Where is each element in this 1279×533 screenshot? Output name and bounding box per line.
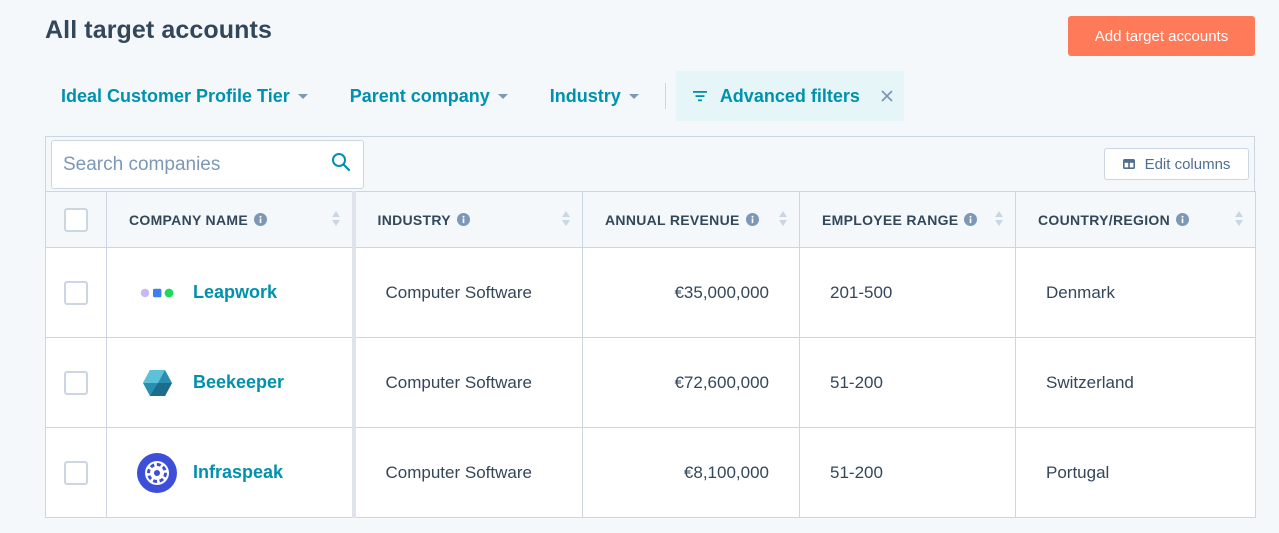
column-label: ANNUAL REVENUE [605, 211, 740, 228]
filter-ideal-customer-profile-tier[interactable]: Ideal Customer Profile Tier [45, 71, 324, 121]
companies-table-panel: Edit columns COMPANY NAME [45, 136, 1256, 518]
sort-icon[interactable] [1235, 211, 1243, 226]
country-region-cell: Switzerland [1015, 337, 1256, 428]
search-input[interactable] [63, 153, 331, 176]
filter-industry[interactable]: Industry [534, 71, 655, 121]
leapwork-logo [137, 273, 177, 313]
filter-parent-company[interactable]: Parent company [334, 71, 524, 121]
select-all-cell [45, 191, 107, 248]
filter-label: Industry [549, 85, 621, 106]
filter-label: Parent company [349, 85, 490, 106]
sort-icon[interactable] [779, 211, 787, 226]
edit-columns-label: Edit columns [1144, 155, 1231, 173]
employee-range-cell: 51-200 [799, 337, 1016, 428]
sort-icon[interactable] [562, 211, 570, 226]
column-header-employee-range[interactable]: EMPLOYEE RANGE [799, 191, 1016, 248]
company-cell: Leapwork [106, 247, 354, 338]
caret-down-icon [628, 93, 639, 99]
page-title: All target accounts [45, 16, 272, 44]
beekeeper-logo [137, 363, 177, 403]
table-row: Beekeeper Computer Software €72,600,000 … [45, 337, 1256, 428]
company-link[interactable]: Beekeeper [193, 372, 284, 393]
add-target-accounts-button[interactable]: Add target accounts [1068, 16, 1255, 56]
row-select-cell [45, 247, 107, 338]
company-link[interactable]: Infraspeak [193, 462, 283, 483]
column-label: INDUSTRY [377, 211, 451, 228]
search-icon[interactable] [331, 152, 351, 177]
info-icon[interactable] [964, 213, 978, 226]
table-row: Infraspeak Computer Software €8,100,000 … [45, 427, 1256, 518]
column-header-country-region[interactable]: COUNTRY/REGION [1015, 191, 1256, 248]
row-checkbox[interactable] [64, 460, 88, 485]
country-region-cell: Portugal [1015, 427, 1256, 518]
sort-icon[interactable] [995, 211, 1003, 226]
info-icon[interactable] [745, 213, 759, 226]
company-link[interactable]: Leapwork [193, 282, 277, 303]
column-label: EMPLOYEE RANGE [822, 211, 959, 228]
advanced-filters-button[interactable]: Advanced filters [675, 71, 904, 121]
companies-table: COMPANY NAME INDUSTRY ANNUAL REVENUE EMP… [45, 191, 1256, 518]
search-box [51, 140, 364, 189]
filter-label: Ideal Customer Profile Tier [61, 85, 290, 106]
employee-range-cell: 51-200 [799, 427, 1016, 518]
sort-icon[interactable] [331, 211, 340, 226]
close-icon[interactable] [880, 89, 894, 103]
country-region-cell: Denmark [1015, 247, 1256, 338]
edit-columns-button[interactable]: Edit columns [1104, 148, 1249, 180]
infraspeak-logo [137, 452, 177, 493]
company-cell: Beekeeper [106, 337, 354, 428]
column-header-industry[interactable]: INDUSTRY [351, 191, 583, 248]
info-icon[interactable] [1176, 213, 1190, 226]
column-label: COMPANY NAME [129, 211, 248, 228]
select-all-checkbox[interactable] [64, 207, 88, 232]
annual-revenue-cell: €35,000,000 [582, 247, 800, 338]
row-checkbox[interactable] [64, 370, 88, 395]
advanced-filters-label: Advanced filters [719, 85, 860, 106]
industry-cell: Computer Software [351, 247, 583, 338]
industry-cell: Computer Software [351, 337, 583, 428]
industry-cell: Computer Software [351, 427, 583, 518]
annual-revenue-cell: €8,100,000 [582, 427, 800, 518]
caret-down-icon [497, 93, 508, 99]
table-header-row: COMPANY NAME INDUSTRY ANNUAL REVENUE EMP… [45, 191, 1256, 248]
row-select-cell [45, 427, 107, 518]
info-icon[interactable] [253, 213, 267, 226]
filter-divider [664, 83, 666, 109]
annual-revenue-cell: €72,600,000 [582, 337, 800, 428]
column-header-annual-revenue[interactable]: ANNUAL REVENUE [582, 191, 800, 248]
table-row: Leapwork Computer Software €35,000,000 2… [45, 247, 1256, 338]
info-icon[interactable] [456, 213, 470, 226]
column-label: COUNTRY/REGION [1038, 211, 1171, 228]
column-header-company-name[interactable]: COMPANY NAME [106, 191, 354, 248]
company-cell: Infraspeak [106, 427, 354, 518]
employee-range-cell: 201-500 [799, 247, 1016, 338]
filter-bar: Ideal Customer Profile Tier Parent compa… [45, 71, 904, 121]
row-select-cell [45, 337, 107, 428]
filter-lines-icon [692, 89, 708, 103]
caret-down-icon [297, 93, 308, 99]
row-checkbox[interactable] [64, 280, 88, 305]
columns-icon [1122, 156, 1135, 173]
